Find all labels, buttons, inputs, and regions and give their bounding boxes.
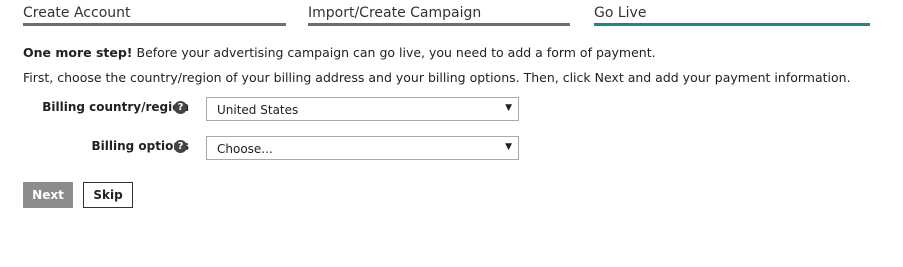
- intro-lead-text: Before your advertising campaign can go …: [132, 45, 656, 60]
- billing-options-value: Choose...: [217, 142, 273, 156]
- billing-country-label: Billing country/region: [42, 100, 189, 114]
- billing-options-select[interactable]: Choose... ▼: [206, 136, 519, 160]
- step-import-create-campaign: Import/Create Campaign: [308, 4, 570, 26]
- question-circle-icon[interactable]: ?: [174, 101, 187, 114]
- progress-steps: Create Account Import/Create Campaign Go…: [23, 4, 870, 26]
- next-button[interactable]: Next: [23, 182, 73, 208]
- step-create-account: Create Account: [23, 4, 286, 26]
- billing-country-row: Billing country/region ? United States ▼: [23, 97, 523, 123]
- intro-line-1: One more step! Before your advertising c…: [23, 45, 656, 60]
- billing-options-row: Billing options ? Choose... ▼: [23, 136, 523, 162]
- intro-line-2: First, choose the country/region of your…: [23, 70, 851, 85]
- chevron-down-icon: ▼: [505, 103, 512, 113]
- step-go-live: Go Live: [594, 4, 870, 26]
- intro-lead-bold: One more step!: [23, 45, 133, 60]
- question-circle-icon[interactable]: ?: [174, 140, 187, 153]
- billing-country-value: United States: [217, 103, 299, 117]
- chevron-down-icon: ▼: [505, 142, 512, 152]
- skip-button[interactable]: Skip: [83, 182, 133, 208]
- billing-country-select[interactable]: United States ▼: [206, 97, 519, 121]
